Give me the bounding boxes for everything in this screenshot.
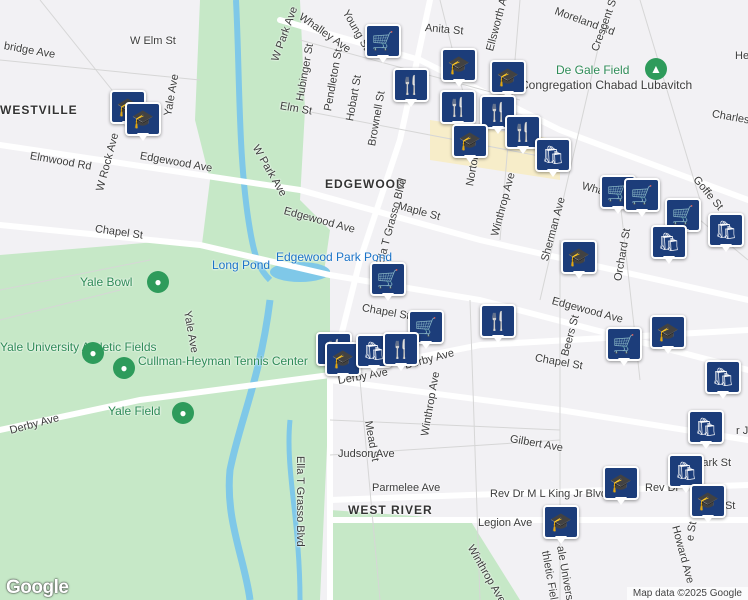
school-marker[interactable]: 🎓 (561, 240, 597, 280)
place-icon: ● (113, 357, 135, 379)
school-marker[interactable]: 🎓 (543, 505, 579, 545)
street-label: W Elm St (130, 35, 176, 47)
shopping-marker[interactable]: 🛍 (705, 360, 741, 400)
shopping-marker[interactable]: 🛍 (688, 410, 724, 450)
place-label: Long Pond (212, 258, 271, 272)
grocery-marker[interactable]: 🛒 (624, 178, 660, 218)
street-label: Ella T Grasso Blvd (294, 456, 306, 547)
shopping-bag-icon: 🛍 (535, 138, 571, 172)
map-canvas[interactable]: WESTVILLE EDGEWOOD WEST RIVER W Elm St Y… (0, 0, 748, 600)
place-label: Yale Field (108, 404, 161, 418)
shopping-marker[interactable]: 🛍 (651, 225, 687, 265)
graduation-cap-icon: 🎓 (125, 102, 161, 136)
school-marker[interactable]: 🎓 (490, 60, 526, 100)
map-attribution: Map data ©2025 Google (626, 587, 748, 600)
shopping-bag-icon: 🛍 (705, 360, 741, 394)
cart-icon: 🛒 (624, 178, 660, 212)
school-marker[interactable]: 🎓 (603, 466, 639, 506)
place-label: Congregation Chabad Lubavitch (520, 78, 693, 92)
graduation-cap-icon: 🎓 (690, 484, 726, 518)
school-marker[interactable]: 🎓 (650, 315, 686, 355)
street-label: Judson Ave (338, 448, 395, 460)
school-marker[interactable]: 🎓 (441, 48, 477, 88)
restaurant-marker[interactable]: 🍴 (393, 68, 429, 108)
google-logo: Google (6, 577, 69, 598)
street-label: Rev Dr M L King Jr Blvd (490, 488, 607, 500)
restaurant-marker[interactable]: 🍴 (383, 332, 419, 372)
place-label: De Gale Field (556, 63, 630, 77)
shopping-bag-icon: 🛍 (688, 410, 724, 444)
graduation-cap-icon: 🎓 (543, 505, 579, 539)
cart-icon: 🛒 (606, 327, 642, 361)
shopping-bag-icon: 🛍 (668, 454, 704, 488)
cart-icon: 🛒 (370, 262, 406, 296)
restaurant-marker[interactable]: 🍴 (480, 304, 516, 344)
street-label: r Jr (736, 425, 748, 437)
school-marker[interactable]: 🎓 (125, 102, 161, 142)
graduation-cap-icon: 🎓 (452, 124, 488, 158)
neighborhood-label: WEST RIVER (348, 503, 433, 517)
graduation-cap-icon: 🎓 (561, 240, 597, 274)
neighborhood-label: WESTVILLE (0, 103, 78, 117)
place-label: Yale University Athletic Fields (0, 340, 157, 354)
fork-knife-icon: 🍴 (480, 304, 516, 338)
school-marker[interactable]: 🎓 (452, 124, 488, 164)
cart-icon: 🛒 (365, 24, 401, 58)
street-label: He (735, 50, 748, 62)
shopping-marker[interactable]: 🛍 (535, 138, 571, 178)
graduation-cap-icon: 🎓 (490, 60, 526, 94)
fork-knife-icon: 🍴 (440, 90, 476, 124)
place-label: Cullman-Heyman Tennis Center (138, 354, 308, 368)
place-icon: ● (82, 342, 104, 364)
grocery-marker[interactable]: 🛒 (606, 327, 642, 367)
park-icon: ▲ (645, 58, 667, 80)
grocery-marker[interactable]: 🛒 (365, 24, 401, 64)
stadium-icon: ● (172, 402, 194, 424)
fork-knife-icon: 🍴 (383, 332, 419, 366)
fork-knife-icon: 🍴 (393, 68, 429, 102)
shopping-marker[interactable]: 🛍 (708, 213, 744, 253)
street-label: Legion Ave (478, 517, 533, 529)
graduation-cap-icon: 🎓 (441, 48, 477, 82)
stadium-icon: ● (147, 271, 169, 293)
shopping-bag-icon: 🛍 (708, 213, 744, 247)
place-label: Yale Bowl (80, 275, 133, 289)
shopping-bag-icon: 🛍 (651, 225, 687, 259)
grocery-marker[interactable]: 🛒 (370, 262, 406, 302)
street-label: Parmelee Ave (372, 482, 441, 494)
graduation-cap-icon: 🎓 (650, 315, 686, 349)
school-marker[interactable]: 🎓 (690, 484, 726, 524)
graduation-cap-icon: 🎓 (603, 466, 639, 500)
